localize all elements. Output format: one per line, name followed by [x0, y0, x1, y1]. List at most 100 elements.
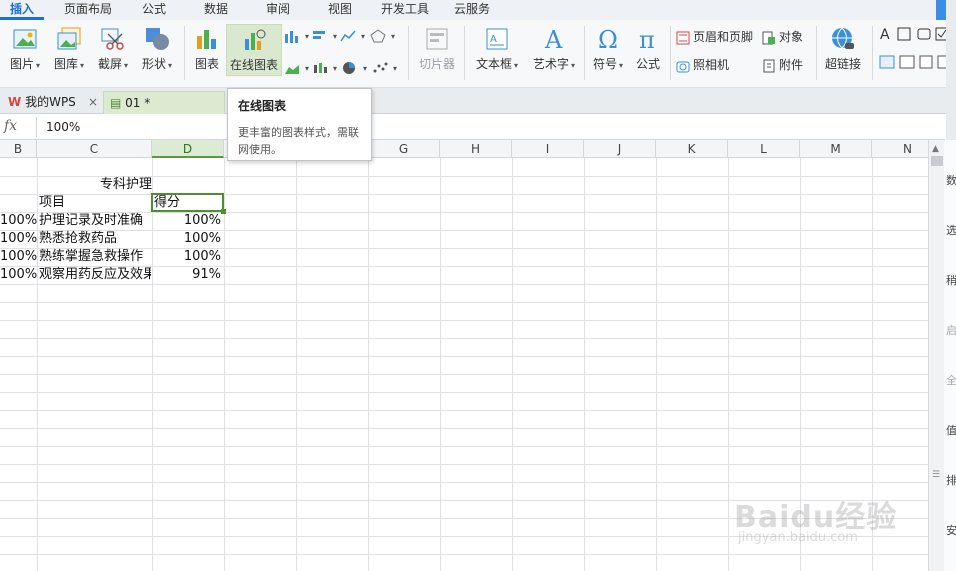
- svg-text:A: A: [544, 26, 563, 52]
- stock-chart-dropdown[interactable]: ▾: [312, 60, 337, 75]
- pi-icon: π: [639, 26, 655, 52]
- cell-item[interactable]: 熟悉抢救药品: [39, 230, 151, 248]
- cell-score[interactable]: 100%: [152, 230, 224, 248]
- hyperlink-button[interactable]: 超链接: [820, 26, 866, 72]
- cell-b-value[interactable]: 100%: [0, 230, 37, 248]
- column-chart-dropdown[interactable]: ▾: [284, 28, 309, 43]
- gallery-icon: [57, 27, 81, 50]
- area-chart-dropdown[interactable]: ▾: [284, 60, 309, 75]
- tab-document-01[interactable]: ▤ 01 *: [103, 91, 225, 114]
- vertical-scrollbar[interactable]: ▲ ☰: [928, 140, 944, 571]
- column-header-h[interactable]: H: [440, 140, 512, 158]
- chart-label: 图表: [194, 57, 219, 71]
- radar-chart-dropdown[interactable]: ▾: [370, 28, 395, 43]
- area-chart-icon: [285, 64, 299, 74]
- scissors-icon: [101, 28, 124, 50]
- close-tab-button[interactable]: ×: [88, 91, 98, 113]
- row-gridline: [0, 446, 928, 447]
- horizontal-bar-icon: [313, 30, 325, 39]
- pane-text: 数: [946, 174, 956, 187]
- cell-b-value[interactable]: 100%: [0, 212, 37, 230]
- active-cell-d3[interactable]: [151, 193, 224, 212]
- tab-page-layout[interactable]: 页面布局: [58, 0, 118, 20]
- symbol-button[interactable]: Ω 符号 ▾: [588, 26, 628, 72]
- tab-formula[interactable]: 公式: [132, 0, 176, 20]
- pie-chart-dropdown[interactable]: ▾: [342, 60, 367, 75]
- ribbon-divider: [464, 26, 465, 80]
- scroll-thumb[interactable]: [931, 156, 943, 166]
- wordart-button[interactable]: A 艺术字 ▾: [528, 26, 580, 72]
- column-header-n[interactable]: N: [872, 140, 928, 158]
- column-header-l[interactable]: L: [728, 140, 800, 158]
- online-chart-button[interactable]: 在线图表: [226, 24, 282, 76]
- equation-button[interactable]: π 公式: [630, 26, 666, 72]
- column-header-j[interactable]: J: [584, 140, 656, 158]
- chart-button[interactable]: 图表: [190, 26, 224, 72]
- cell-b-value[interactable]: 100%: [0, 248, 37, 266]
- online-chart-label: 在线图表: [229, 58, 278, 72]
- header-footer-button[interactable]: 页眉和页脚: [676, 28, 753, 45]
- right-task-pane: 数 选 稍 启 全 值 排 安: [944, 140, 956, 571]
- column-header-m[interactable]: M: [800, 140, 872, 158]
- column-header-d[interactable]: D: [152, 140, 224, 158]
- tab-developer[interactable]: 开发工具: [374, 0, 436, 20]
- sheet-title-cell[interactable]: 专科护理: [100, 176, 190, 194]
- pane-text: 启: [946, 324, 956, 337]
- column-gridline: [656, 158, 657, 571]
- cell-item[interactable]: 护理记录及时准确: [39, 212, 151, 230]
- attachment-button[interactable]: 附件: [762, 56, 803, 73]
- cell-b-value[interactable]: 100%: [0, 266, 37, 284]
- text-tools-row: A: [878, 26, 956, 45]
- column-header-b[interactable]: B: [0, 140, 37, 158]
- tab-cloud[interactable]: 云服务: [446, 0, 498, 20]
- tab-my-wps[interactable]: W 我的WPS ×: [2, 91, 102, 114]
- cell-score[interactable]: 100%: [152, 248, 224, 266]
- header-item-cell[interactable]: 项目: [39, 194, 149, 212]
- fx-icon[interactable]: fx: [4, 118, 17, 134]
- shapes-button[interactable]: 形状 ▾: [136, 26, 178, 72]
- column-header-i[interactable]: I: [512, 140, 584, 158]
- form-controls-row: [878, 54, 956, 73]
- textbox-icon: A: [486, 28, 508, 50]
- ribbon-divider: [184, 26, 185, 80]
- column-chart-icon: [285, 30, 298, 43]
- column-header-c[interactable]: C: [37, 140, 152, 158]
- tab-data[interactable]: 数据: [194, 0, 238, 20]
- picture-button[interactable]: 图片 ▾: [4, 26, 46, 72]
- camera-icon: [676, 61, 690, 72]
- line-chart-dropdown[interactable]: ▾: [340, 28, 365, 43]
- camera-button[interactable]: 照相机: [676, 56, 729, 73]
- object-button[interactable]: 对象: [762, 28, 803, 45]
- shapes-label: 形状: [141, 57, 166, 71]
- cell-score[interactable]: 100%: [152, 212, 224, 230]
- textbox-button[interactable]: A 文本框 ▾: [470, 26, 524, 72]
- omega-icon: Ω: [598, 26, 618, 52]
- scroll-up-arrow-icon[interactable]: ▲: [932, 144, 939, 154]
- tab-review[interactable]: 审阅: [256, 0, 300, 20]
- slicer-button[interactable]: 切片器: [414, 26, 460, 72]
- gallery-button[interactable]: 图库 ▾: [48, 26, 90, 72]
- cell-item[interactable]: 观察用药反应及效果: [39, 266, 151, 284]
- tab-my-wps-label: 我的WPS: [25, 95, 76, 109]
- document-tabs: W 我的WPS × ▤ 01 *: [0, 88, 956, 114]
- tab-view[interactable]: 视图: [318, 0, 362, 20]
- row-gridline: [0, 338, 928, 339]
- text-tools-icons: A: [880, 27, 949, 43]
- cell-score[interactable]: 91%: [152, 266, 224, 284]
- screenshot-button[interactable]: 截屏 ▾: [92, 26, 134, 72]
- column-header-k[interactable]: K: [656, 140, 728, 158]
- dropdown-arrow-icon: ▾: [619, 61, 624, 70]
- watermark-url: jingyan.baidu.com: [738, 530, 858, 545]
- bar-chart-dropdown[interactable]: ▾: [312, 28, 337, 43]
- formula-input[interactable]: 100%: [46, 120, 80, 134]
- dropdown-arrow-icon: ▾: [305, 64, 310, 73]
- tooltip-body: 更丰富的图表样式，需联网使用。: [238, 126, 359, 156]
- ribbon-divider: [408, 26, 409, 80]
- pie-chart-icon: [343, 61, 355, 74]
- pane-text: 全: [946, 374, 956, 387]
- row-gridline: [0, 464, 928, 465]
- fill-handle[interactable]: [221, 209, 226, 214]
- column-header-g[interactable]: G: [368, 140, 440, 158]
- scatter-chart-dropdown[interactable]: ▾: [372, 60, 397, 75]
- cell-item[interactable]: 熟练掌握急救操作: [39, 248, 151, 266]
